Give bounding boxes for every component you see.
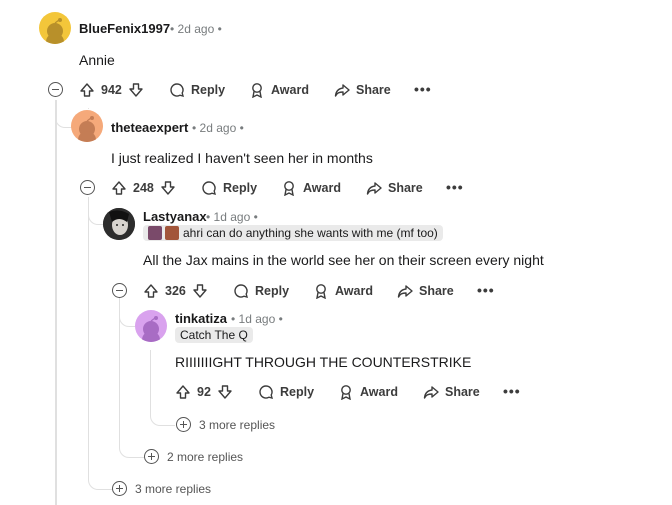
vote-group: 942: [79, 82, 144, 98]
more-replies-link[interactable]: 3 more replies: [135, 482, 211, 496]
expand-icon[interactable]: [144, 449, 159, 464]
user-photo-icon: [103, 208, 135, 240]
more-options-button[interactable]: •••: [446, 179, 464, 195]
comment-icon: [259, 385, 273, 399]
share-label: Share: [445, 385, 480, 399]
reply-button[interactable]: Reply: [169, 82, 225, 98]
thread-connector: [119, 298, 136, 327]
reply-label: Reply: [280, 385, 315, 399]
award-icon: [316, 284, 326, 299]
award-label: Award: [335, 284, 373, 298]
reply-button[interactable]: Reply: [201, 180, 257, 196]
share-button[interactable]: Share: [366, 180, 423, 196]
user-flair: Catch The Q: [175, 327, 253, 343]
timestamp: • 2d ago •: [192, 121, 244, 135]
username[interactable]: theteaexpert: [111, 120, 188, 135]
more-replies-link[interactable]: 2 more replies: [167, 450, 243, 464]
more-options-button[interactable]: •••: [414, 81, 432, 97]
share-button[interactable]: Share: [423, 384, 480, 400]
upvote-icon[interactable]: [79, 82, 95, 98]
timestamp: • 1d ago •: [206, 210, 258, 224]
comment-icon: [202, 181, 216, 195]
share-button[interactable]: Share: [334, 82, 391, 98]
thread-line[interactable]: [55, 100, 57, 505]
avatar[interactable]: [39, 12, 71, 44]
vote-count: 92: [197, 385, 211, 399]
collapse-button[interactable]: [80, 180, 95, 195]
share-button[interactable]: Share: [397, 283, 454, 299]
share-label: Share: [388, 181, 423, 195]
username[interactable]: tinkatiza: [175, 311, 227, 326]
award-button[interactable]: Award: [338, 384, 398, 400]
share-label: Share: [419, 284, 454, 298]
timestamp: • 1d ago •: [231, 312, 283, 326]
collapse-button[interactable]: [112, 283, 127, 298]
vote-count: 326: [165, 284, 186, 298]
more-options-button[interactable]: •••: [503, 383, 521, 399]
award-label: Award: [303, 181, 341, 195]
snoo-icon: [142, 316, 160, 342]
thread-line[interactable]: [88, 197, 113, 490]
comment-body: All the Jax mains in the world see her o…: [143, 252, 544, 268]
award-icon: [341, 385, 351, 400]
expand-icon[interactable]: [176, 417, 191, 432]
award-button[interactable]: Award: [313, 283, 373, 299]
flair-text: ahri can do anything she wants with me (…: [183, 226, 438, 240]
upvote-icon[interactable]: [143, 283, 159, 299]
reply-label: Reply: [255, 284, 290, 298]
thread-line: [88, 108, 89, 109]
share-icon: [397, 285, 413, 298]
vote-group: 248: [111, 180, 176, 196]
share-icon: [334, 84, 350, 97]
reply-button[interactable]: Reply: [233, 283, 289, 299]
more-replies-link[interactable]: 3 more replies: [199, 418, 275, 432]
thread-connector: [55, 100, 72, 128]
downvote-icon[interactable]: [192, 283, 208, 299]
award-label: Award: [360, 385, 398, 399]
timestamp: • 2d ago •: [170, 22, 222, 36]
share-label: Share: [356, 83, 391, 97]
award-icon: [284, 181, 294, 196]
downvote-icon[interactable]: [217, 384, 233, 400]
share-icon: [423, 386, 439, 399]
reply-label: Reply: [191, 83, 226, 97]
vote-count: 942: [101, 83, 122, 97]
award-button[interactable]: Award: [281, 180, 341, 196]
avatar[interactable]: [135, 310, 167, 342]
award-label: Award: [271, 83, 309, 97]
downvote-icon[interactable]: [128, 82, 144, 98]
comment-body: RIIIIIIIGHT THROUGH THE COUNTERSTRIKE: [175, 354, 472, 370]
comment-icon: [170, 83, 184, 97]
snoo-icon: [78, 116, 96, 142]
downvote-icon[interactable]: [160, 180, 176, 196]
thread-line[interactable]: [150, 350, 175, 426]
comment-icon: [234, 284, 248, 298]
vote-count: 248: [133, 181, 154, 195]
vote-group: 326: [143, 283, 208, 299]
snoo-icon: [46, 18, 64, 44]
award-icon: [252, 83, 262, 98]
reply-label: Reply: [223, 181, 258, 195]
collapse-button[interactable]: [48, 82, 63, 97]
username[interactable]: Lastyanax: [143, 209, 207, 224]
avatar[interactable]: [103, 208, 135, 240]
flair-emoji-icon: [165, 226, 179, 240]
comment-body: Annie: [79, 52, 115, 68]
more-options-button[interactable]: •••: [477, 282, 495, 298]
flair-emoji-icon: [148, 226, 162, 240]
upvote-icon[interactable]: [111, 180, 127, 196]
reply-button[interactable]: Reply: [258, 384, 314, 400]
flair-text: Catch The Q: [180, 328, 248, 342]
expand-icon[interactable]: [112, 481, 127, 496]
avatar[interactable]: [71, 110, 103, 142]
user-flair: ahri can do anything she wants with me (…: [143, 225, 443, 241]
share-icon: [366, 182, 382, 195]
upvote-icon[interactable]: [175, 384, 191, 400]
username[interactable]: BlueFenix1997: [79, 21, 170, 36]
comment-body: I just realized I haven't seen her in mo…: [111, 150, 373, 166]
vote-group: 92: [175, 384, 233, 400]
award-button[interactable]: Award: [249, 82, 309, 98]
